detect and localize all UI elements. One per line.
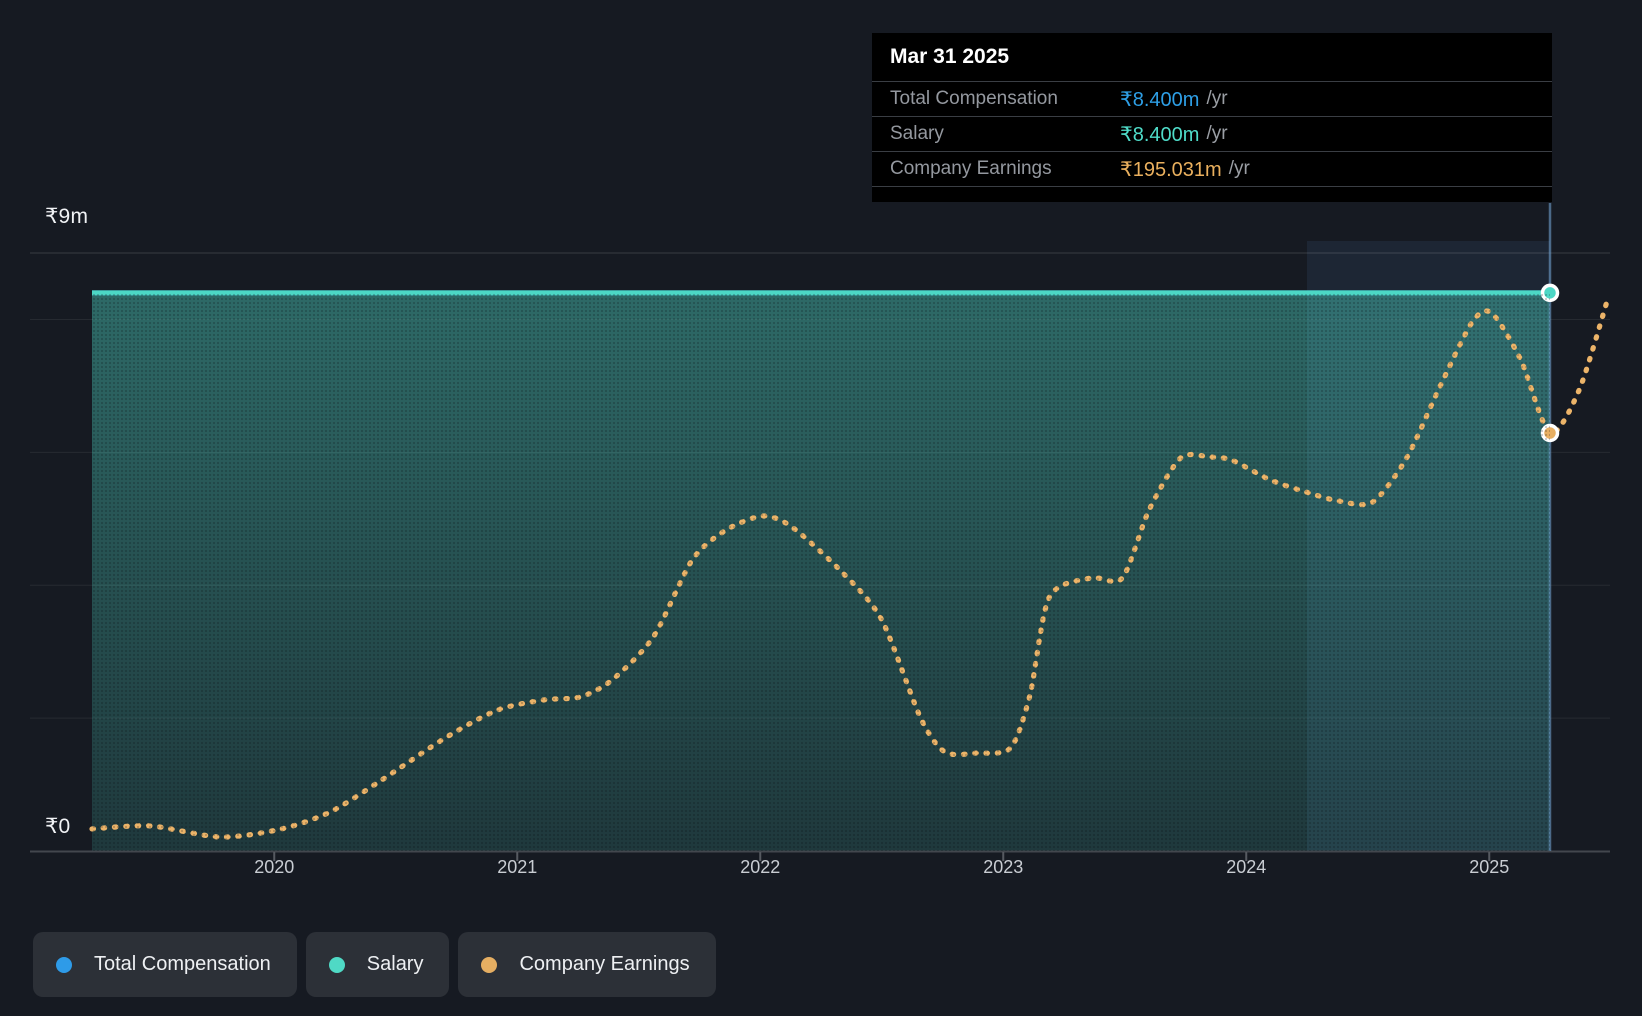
x-axis-label-2024: 2024: [1226, 857, 1267, 877]
tooltip-row-suffix: /yr: [1228, 158, 1250, 179]
tooltip-row-label: Company Earnings: [890, 158, 1052, 179]
legend-pill-salary[interactable]: Salary: [305, 932, 450, 997]
tooltip-row-2: Company Earnings ₹195.031m/yr: [872, 152, 1552, 187]
x-axis-label-2023: 2023: [983, 857, 1024, 877]
tooltip-row-value: ₹195.031m: [1120, 158, 1222, 181]
x-axis-label-2020: 2020: [254, 857, 295, 877]
salary-marker[interactable]: [1540, 283, 1560, 303]
tooltip-row-suffix: /yr: [1206, 123, 1228, 144]
y-axis-label-top: ₹9m: [45, 205, 89, 228]
tooltip-row-suffix: /yr: [1206, 88, 1228, 109]
compensation-chart-app: ₹9m ₹0 2020 2021 2022 2023 2024 2025 Mar 31 2…: [0, 0, 1642, 1016]
legend-dot-icon: [328, 956, 345, 973]
salary-area-fill: [92, 292, 1550, 852]
x-axis-label-2021: 2021: [497, 857, 538, 877]
legend-pill-total-compensation[interactable]: Total Compensation: [33, 932, 297, 997]
y-axis-label-zero: ₹0: [45, 815, 71, 838]
tooltip-row-value: ₹8.400m: [1120, 123, 1200, 146]
tooltip-row-1: Salary ₹8.400m/yr: [872, 117, 1552, 152]
legend-pill-company-earnings[interactable]: Company Earnings: [458, 932, 716, 997]
legend-label: Company Earnings: [519, 953, 690, 975]
earnings-marker[interactable]: [1540, 423, 1560, 443]
tooltip-row-0: Total Compensation ₹8.400m/yr: [872, 82, 1552, 117]
tooltip-date: Mar 31 2025: [872, 33, 1552, 82]
tooltip-row-value: ₹8.400m: [1120, 88, 1200, 111]
legend: Total Compensation Salary Company Earnings: [33, 932, 716, 997]
tooltip-row-label: Total Compensation: [890, 88, 1058, 109]
legend-dot-icon: [481, 956, 498, 973]
tooltip-rows: Total Compensation ₹8.400m/yr Salary ₹8.400…: [872, 82, 1552, 187]
x-axis-label-2022: 2022: [740, 857, 781, 877]
legend-label: Salary: [366, 953, 424, 975]
hover-tooltip: Mar 31 2025 Total Compensation ₹8.400m/yr…: [872, 33, 1552, 202]
legend-dot-icon: [56, 956, 72, 973]
x-axis-label-2025: 2025: [1469, 857, 1510, 877]
legend-label: Total Compensation: [94, 953, 271, 975]
tooltip-row-label: Salary: [890, 123, 944, 144]
